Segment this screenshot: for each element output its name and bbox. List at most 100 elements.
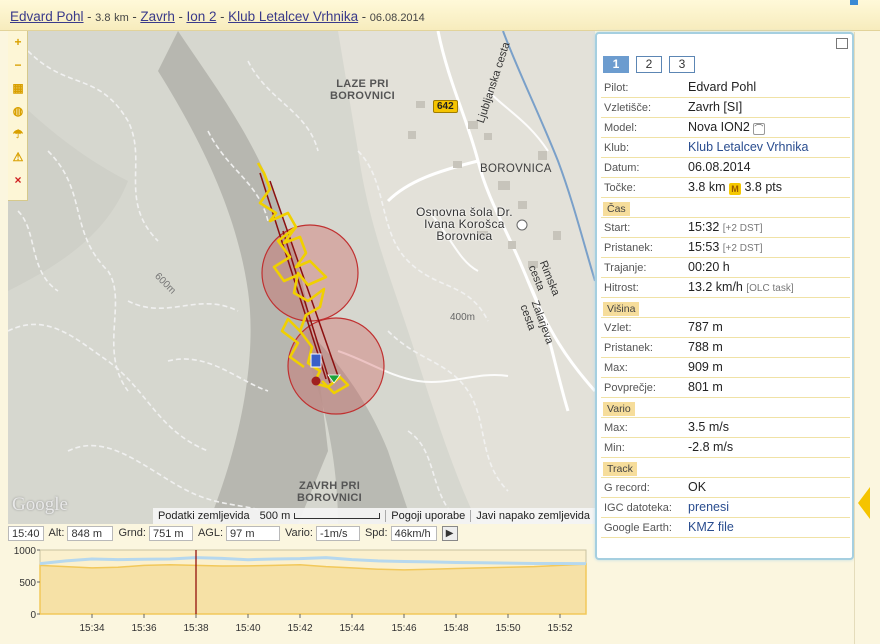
y-tick-label: 1000 bbox=[14, 546, 37, 557]
report-map-error-link[interactable]: Javi napako zemljevida bbox=[471, 510, 595, 522]
takeoff-value: Zavrh [SI] bbox=[688, 100, 743, 114]
tab-3[interactable]: 3 bbox=[669, 56, 695, 73]
title-separator: - bbox=[132, 9, 137, 24]
row-key: IGC datoteka: bbox=[604, 502, 672, 514]
x-tick-label: 15:34 bbox=[79, 623, 104, 634]
warning-icon[interactable]: ⚠ bbox=[8, 146, 28, 169]
paraglider-icon[interactable]: ☂ bbox=[8, 123, 28, 146]
landing-alt-value: 788 m bbox=[688, 340, 723, 354]
map-data-link[interactable]: Podatki zemljevida bbox=[153, 510, 255, 522]
pilot-link[interactable]: Edvard Pohl bbox=[10, 9, 84, 24]
x-tick-label: 15:48 bbox=[443, 623, 468, 634]
map-view[interactable]: + − ▦ ◍ ☂ ⚠ × LAZE PRI BOROVNICI BOROVNI… bbox=[8, 31, 595, 524]
x-tick-label: 15:52 bbox=[547, 623, 572, 634]
igc-download-link[interactable]: prenesi bbox=[688, 500, 729, 514]
close-icon[interactable]: × bbox=[8, 169, 28, 192]
alt-label: Alt: bbox=[48, 527, 65, 539]
row-takeoff: Vzletišče: Zavrh [SI] bbox=[601, 98, 850, 118]
altitude-chart-svg[interactable]: 1000 500 0 15:34 15:36 15:38 15:40 15:42 15:44 15… bbox=[8, 542, 595, 644]
map-scale: 500 m bbox=[255, 510, 386, 522]
layers-icon[interactable]: ◍ bbox=[8, 100, 28, 123]
start-value: 15:32 bbox=[688, 220, 720, 234]
vario-value: -1m/s bbox=[315, 525, 360, 541]
row-max-alt: Max: 909 m bbox=[601, 358, 850, 378]
label-laze: LAZE PRI BOROVNICI bbox=[330, 78, 396, 102]
site-link[interactable]: Zavrh bbox=[140, 9, 175, 24]
title-separator: - bbox=[361, 9, 367, 24]
contour-label-400: 400m bbox=[450, 312, 476, 323]
cursor-time: 15:40 bbox=[8, 525, 44, 541]
start-note: [+2 DST] bbox=[722, 223, 763, 234]
zoom-out-icon[interactable]: − bbox=[8, 54, 28, 77]
agl-label: AGL: bbox=[197, 527, 224, 539]
section-heading: Vario bbox=[603, 402, 635, 416]
row-landing-time: Pristanek: 15:53 [+2 DST] bbox=[601, 238, 850, 258]
terms-link[interactable]: Pogoji uporabe bbox=[386, 510, 470, 522]
row-vario-max: Max: 3.5 m/s bbox=[601, 418, 850, 438]
landing-value: 15:53 bbox=[688, 240, 720, 254]
max-alt-value: 909 m bbox=[688, 360, 723, 374]
title-separator: - bbox=[87, 9, 92, 24]
row-key: Vzlet: bbox=[604, 322, 632, 334]
terrain-map[interactable] bbox=[8, 31, 595, 524]
label-borovnica: BOROVNICA bbox=[480, 163, 552, 175]
x-tick-label: 15:42 bbox=[287, 623, 312, 634]
row-landing-alt: Pristanek: 788 m bbox=[601, 338, 850, 358]
y-tick-label: 0 bbox=[30, 610, 36, 621]
medal-icon: M bbox=[729, 183, 741, 195]
scale-label: 500 m bbox=[259, 510, 291, 522]
scale-bar bbox=[294, 513, 381, 519]
tab-1[interactable]: 1 bbox=[603, 56, 629, 73]
row-key: Google Earth: bbox=[604, 522, 672, 534]
speed-note: [OLC task] bbox=[746, 283, 794, 294]
right-gutter bbox=[854, 32, 880, 644]
glider-link[interactable]: Ion 2 bbox=[186, 9, 216, 24]
row-key: Model: bbox=[604, 122, 638, 134]
landing-cell: 15:53 [+2 DST] bbox=[688, 240, 763, 254]
vario-max-value: 3.5 m/s bbox=[688, 420, 729, 434]
points-cell: 3.8 km M 3.8 pts bbox=[688, 180, 782, 195]
play-icon[interactable]: ▶ bbox=[441, 525, 458, 541]
x-tick-label: 15:38 bbox=[183, 623, 208, 634]
info-rows: Pilot: Edvard Pohl Vzletišče: Zavrh [SI]… bbox=[601, 78, 850, 538]
section-heading: Čas bbox=[603, 202, 630, 216]
google-logo: Google bbox=[12, 494, 68, 515]
grnd-value: 751 m bbox=[148, 525, 193, 541]
panel-tabs: 1 2 3 bbox=[603, 56, 702, 73]
label-school: Osnovna šola Dr. Ivana Korošca Borovnica bbox=[416, 205, 513, 243]
section-height: Višina bbox=[601, 298, 850, 318]
label-zavrh: ZAVRH PRI BOROVNICI bbox=[297, 480, 363, 504]
title-separator: - bbox=[178, 9, 183, 24]
row-takeoff-alt: Vzlet: 787 m bbox=[601, 318, 850, 338]
row-key: Trajanje: bbox=[604, 262, 647, 274]
row-key: Min: bbox=[604, 442, 625, 454]
collapse-panel-arrow-icon[interactable] bbox=[858, 487, 870, 519]
row-duration: Trajanje: 00:20 h bbox=[601, 258, 850, 278]
grnd-label: Grnd: bbox=[118, 527, 146, 539]
flight-info-panel: 1 2 3 Pilot: Edvard Pohl Vzletišče: Zavr… bbox=[595, 32, 854, 560]
track-readout-bar: 15:40 Alt: 848 m Grnd: 751 m AGL: 97 m V… bbox=[8, 524, 595, 542]
kmz-file-link[interactable]: KMZ file bbox=[688, 520, 734, 534]
row-key: Povprečje: bbox=[604, 382, 656, 394]
zoom-in-icon[interactable]: + bbox=[8, 31, 28, 54]
title-separator: - bbox=[220, 9, 225, 24]
flight-title-bar: Edvard Pohl - 3.8 km - Zavrh - Ion 2 - K… bbox=[0, 0, 880, 31]
row-start: Start: 15:32 [+2 DST] bbox=[601, 218, 850, 238]
club-value[interactable]: Klub Letalcev Vrhnika bbox=[688, 140, 808, 154]
landing-note: [+2 DST] bbox=[722, 243, 763, 254]
popout-icon[interactable] bbox=[836, 38, 848, 49]
row-google-earth: Google Earth: KMZ file bbox=[601, 518, 850, 538]
alt-value: 848 m bbox=[67, 525, 114, 541]
flight-date: 06.08.2014 bbox=[369, 12, 425, 24]
row-key: Start: bbox=[604, 222, 631, 234]
club-link[interactable]: Klub Letalcev Vrhnika bbox=[228, 9, 358, 24]
map-type-icon[interactable]: ▦ bbox=[8, 77, 28, 100]
row-grecord: G record: OK bbox=[601, 478, 850, 498]
altitude-chart[interactable]: 1000 500 0 15:34 15:36 15:38 15:40 15:42 15:44 15… bbox=[8, 542, 595, 644]
vario-label: Vario: bbox=[285, 527, 313, 539]
spd-label: Spd: bbox=[364, 527, 388, 539]
points-value: 3.8 pts bbox=[744, 180, 783, 194]
row-pilot: Pilot: Edvard Pohl bbox=[601, 78, 850, 98]
x-tick-label: 15:40 bbox=[235, 623, 260, 634]
tab-2[interactable]: 2 bbox=[636, 56, 662, 73]
